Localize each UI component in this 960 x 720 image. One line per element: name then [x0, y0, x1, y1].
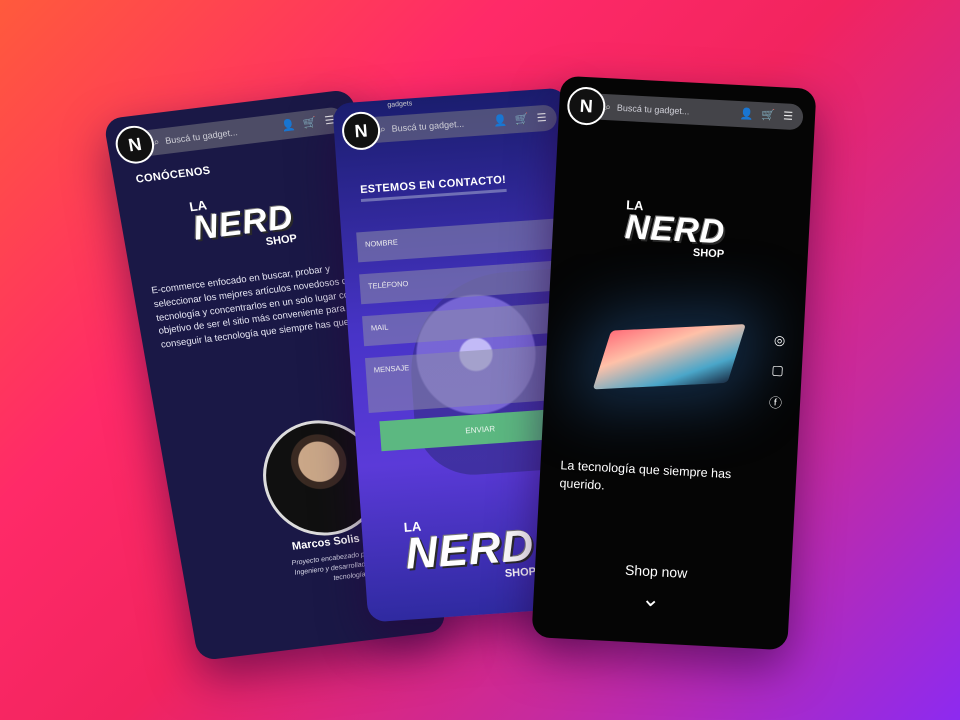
- search-icon[interactable]: ⌕: [605, 102, 611, 113]
- cart-icon[interactable]: 🛒: [515, 112, 530, 126]
- search-input[interactable]: Buscá tu gadget...: [617, 103, 690, 117]
- name-field[interactable]: NOMBRE: [356, 217, 568, 263]
- menu-icon[interactable]: ☰: [536, 111, 547, 125]
- brand-logo: LA NERD SHOP: [188, 187, 298, 256]
- chevron-down-icon[interactable]: ⌄: [641, 586, 661, 613]
- brand-logo: LA NERD SHOP: [403, 511, 536, 586]
- facebook-icon[interactable]: ⓕ: [769, 392, 783, 412]
- brand-nerd: NERD: [624, 208, 727, 252]
- laptop-image: [592, 324, 746, 390]
- topbar-icons: 👤 🛒 ☰: [280, 113, 336, 132]
- user-icon[interactable]: 👤: [280, 118, 297, 132]
- whatsapp-icon[interactable]: ◎: [774, 332, 786, 349]
- search-input[interactable]: Buscá tu gadget...: [164, 127, 238, 146]
- topbar-icons: 👤 🛒 ☰: [740, 107, 794, 123]
- user-icon[interactable]: 👤: [740, 107, 754, 121]
- cart-icon[interactable]: 🛒: [761, 108, 775, 122]
- about-description: E-commerce enfocado en buscar, probar y …: [150, 263, 369, 351]
- user-icon[interactable]: 👤: [493, 114, 508, 128]
- top-bar: N ⌕ Buscá tu gadget... 👤 🛒 ☰: [566, 86, 804, 131]
- tagline: La tecnología que siempre has querido.: [559, 458, 732, 493]
- top-text: gadgets: [387, 100, 413, 109]
- shop-now-link[interactable]: Shop now: [625, 562, 688, 581]
- section-title: CONÓCENOS: [134, 164, 212, 186]
- brand-logo: LA NERD SHOP: [624, 197, 727, 260]
- section-title: ESTEMOS EN CONTACTO!: [359, 173, 507, 203]
- menu-icon[interactable]: ☰: [783, 109, 794, 123]
- instagram-icon[interactable]: ▢: [771, 362, 784, 379]
- logo-icon[interactable]: N: [112, 123, 158, 166]
- logo-icon[interactable]: N: [566, 86, 607, 127]
- search-icon[interactable]: ⌕: [380, 124, 386, 135]
- home-screen: N ⌕ Buscá tu gadget... 👤 🛒 ☰ LA NERD SHO…: [531, 75, 817, 651]
- cart-icon[interactable]: 🛒: [302, 115, 318, 129]
- search-input[interactable]: Buscá tu gadget...: [391, 119, 464, 134]
- topbar-icons: 👤 🛒 ☰: [493, 111, 547, 128]
- logo-icon[interactable]: N: [340, 110, 382, 152]
- top-bar: N ⌕ Buscá tu gadget... 👤 🛒 ☰: [340, 104, 558, 152]
- top-bar: N ⌕ Buscá tu gadget... 👤 🛒 ☰: [112, 106, 347, 166]
- person-name: Marcos Solis: [291, 532, 361, 553]
